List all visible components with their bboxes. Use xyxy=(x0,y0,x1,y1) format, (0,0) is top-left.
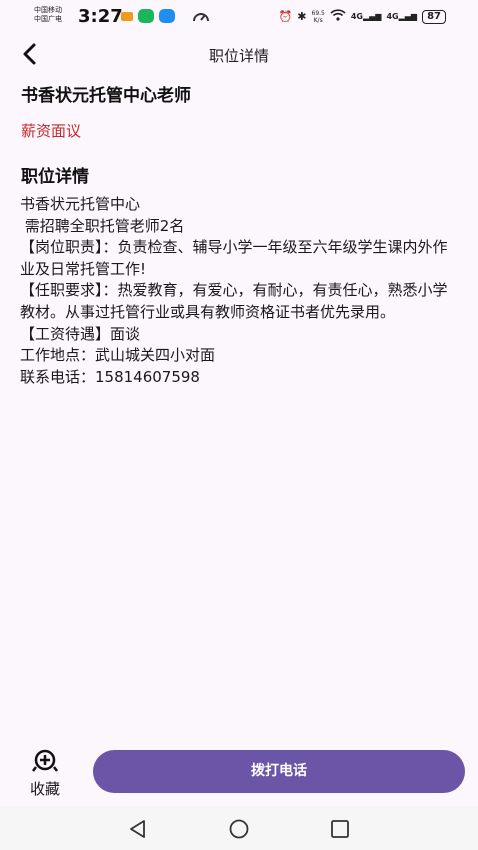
signal-icon-2: 4G▂▄▆ xyxy=(386,12,418,21)
message-app-icon xyxy=(159,9,175,23)
salary-text: 薪资面议 xyxy=(21,122,82,140)
wechat-icon xyxy=(138,9,154,23)
square-recents-icon xyxy=(331,820,349,838)
nav-back-button[interactable] xyxy=(127,818,149,840)
status-time: 3:27 xyxy=(78,6,123,27)
alarm-icon: ⏰ xyxy=(278,10,293,23)
favorite-label: 收藏 xyxy=(29,780,60,798)
network-speed: 69.5 K/s xyxy=(312,10,325,24)
network-speed-value: 69.5 xyxy=(311,9,325,17)
system-nav-bar xyxy=(0,806,478,850)
status-bar: 中国移动 中国广电 3:27 ⏰ ✱ 69.5 K/s 4G▂▄▆ 4G▂▄▆ … xyxy=(0,0,478,34)
battery-icon: 87 xyxy=(422,9,446,24)
circle-home-icon xyxy=(229,819,249,839)
notification-app-icon xyxy=(121,12,133,21)
carrier-name-1: 中国移动 xyxy=(34,6,62,14)
favorite-button[interactable]: 收藏 xyxy=(23,748,67,799)
carrier-name-2: 中国广电 xyxy=(34,15,62,23)
page-title: 职位详情 xyxy=(208,47,269,65)
network-speed-unit: K/s xyxy=(313,16,323,24)
call-button[interactable]: 拨打电话 xyxy=(93,750,465,793)
nav-home-button[interactable] xyxy=(228,818,250,840)
triangle-back-icon xyxy=(130,820,145,838)
nav-recents-button[interactable] xyxy=(329,818,351,840)
signal-icon-1: 4G▂▄▆ xyxy=(350,12,382,21)
battery-level: 87 xyxy=(427,10,441,22)
favorite-icon xyxy=(32,749,58,772)
signal-label-1: 4G xyxy=(350,12,363,21)
section-heading: 职位详情 xyxy=(21,167,89,187)
bluetooth-icon: ✱ xyxy=(297,10,307,23)
speedometer-icon xyxy=(192,9,210,23)
job-title: 书香状元托管中心老师 xyxy=(21,86,191,106)
status-right-icons: ⏰ ✱ 69.5 K/s 4G▂▄▆ 4G▂▄▆ 87 xyxy=(279,9,446,24)
header: 职位详情 xyxy=(0,34,478,74)
wifi-icon xyxy=(330,9,346,24)
signal-label-2: 4G xyxy=(386,12,399,21)
carrier-info: 中国移动 中国广电 xyxy=(34,6,62,24)
job-description: 书香状元托管中心 需招聘全职托管老师2名 【岗位职责】：负责检查、辅导小学一年级… xyxy=(20,195,448,386)
